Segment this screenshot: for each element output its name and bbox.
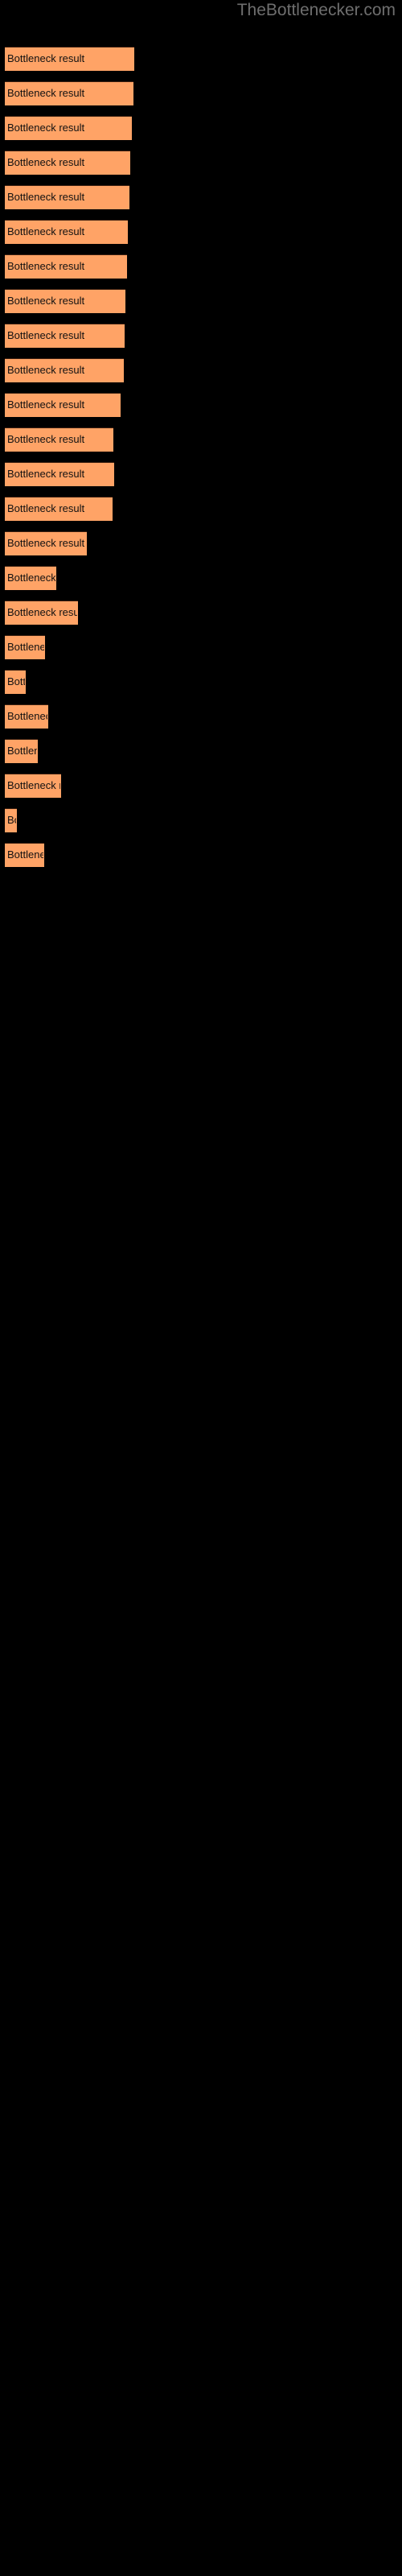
bar-row: Bottleneck result — [0, 670, 402, 694]
bar[interactable] — [5, 462, 114, 486]
bar[interactable] — [5, 843, 44, 867]
bar[interactable] — [5, 254, 127, 279]
bar[interactable] — [5, 324, 125, 348]
bar[interactable] — [5, 531, 87, 555]
bar[interactable] — [5, 497, 113, 521]
bar-row: Bottleneck result — [0, 289, 402, 313]
bar-row: Bottleneck result — [0, 497, 402, 521]
bar-row: Bottleneck result — [0, 566, 402, 590]
bar-row: Bottleneck result — [0, 739, 402, 763]
bar[interactable] — [5, 566, 56, 590]
bar-row: Bottleneck result — [0, 47, 402, 71]
bar[interactable] — [5, 220, 128, 244]
bar[interactable] — [5, 185, 129, 209]
bar[interactable] — [5, 289, 125, 313]
bar-row: Bottleneck result — [0, 427, 402, 452]
bar-row: Bottleneck result — [0, 808, 402, 832]
bar-row: Bottleneck result — [0, 185, 402, 209]
bar-row: Bottleneck result — [0, 116, 402, 140]
bar[interactable] — [5, 808, 17, 832]
bar-row: Bottleneck result — [0, 462, 402, 486]
bar[interactable] — [5, 601, 78, 625]
bar[interactable] — [5, 393, 121, 417]
bar[interactable] — [5, 358, 124, 382]
bar[interactable] — [5, 81, 133, 105]
bar[interactable] — [5, 635, 45, 659]
bar[interactable] — [5, 739, 38, 763]
bar-row: Bottleneck result — [0, 254, 402, 279]
bar[interactable] — [5, 151, 130, 175]
bar[interactable] — [5, 427, 113, 452]
bar-row: Bottleneck result — [0, 220, 402, 244]
bar-row: Bottleneck result — [0, 774, 402, 798]
bar-row: Bottleneck result — [0, 531, 402, 555]
bottleneck-bar-chart: Bottleneck result Bottleneck result Bottle… — [0, 0, 402, 2576]
bar-row: Bottleneck result — [0, 601, 402, 625]
bar-row: Bottleneck result — [0, 358, 402, 382]
bar[interactable] — [5, 670, 26, 694]
bar-row: Bottleneck result — [0, 393, 402, 417]
bar[interactable] — [5, 116, 132, 140]
bar-row: Bottleneck result — [0, 324, 402, 348]
bar-row: Bottleneck result — [0, 704, 402, 729]
bar[interactable] — [5, 704, 48, 729]
bar[interactable] — [5, 47, 134, 71]
bar[interactable] — [5, 774, 61, 798]
bar-row: Bottleneck result — [0, 635, 402, 659]
bar-row: Bottleneck result — [0, 151, 402, 175]
bar-row: Bottleneck result — [0, 81, 402, 105]
bar-row: Bottleneck result — [0, 843, 402, 867]
